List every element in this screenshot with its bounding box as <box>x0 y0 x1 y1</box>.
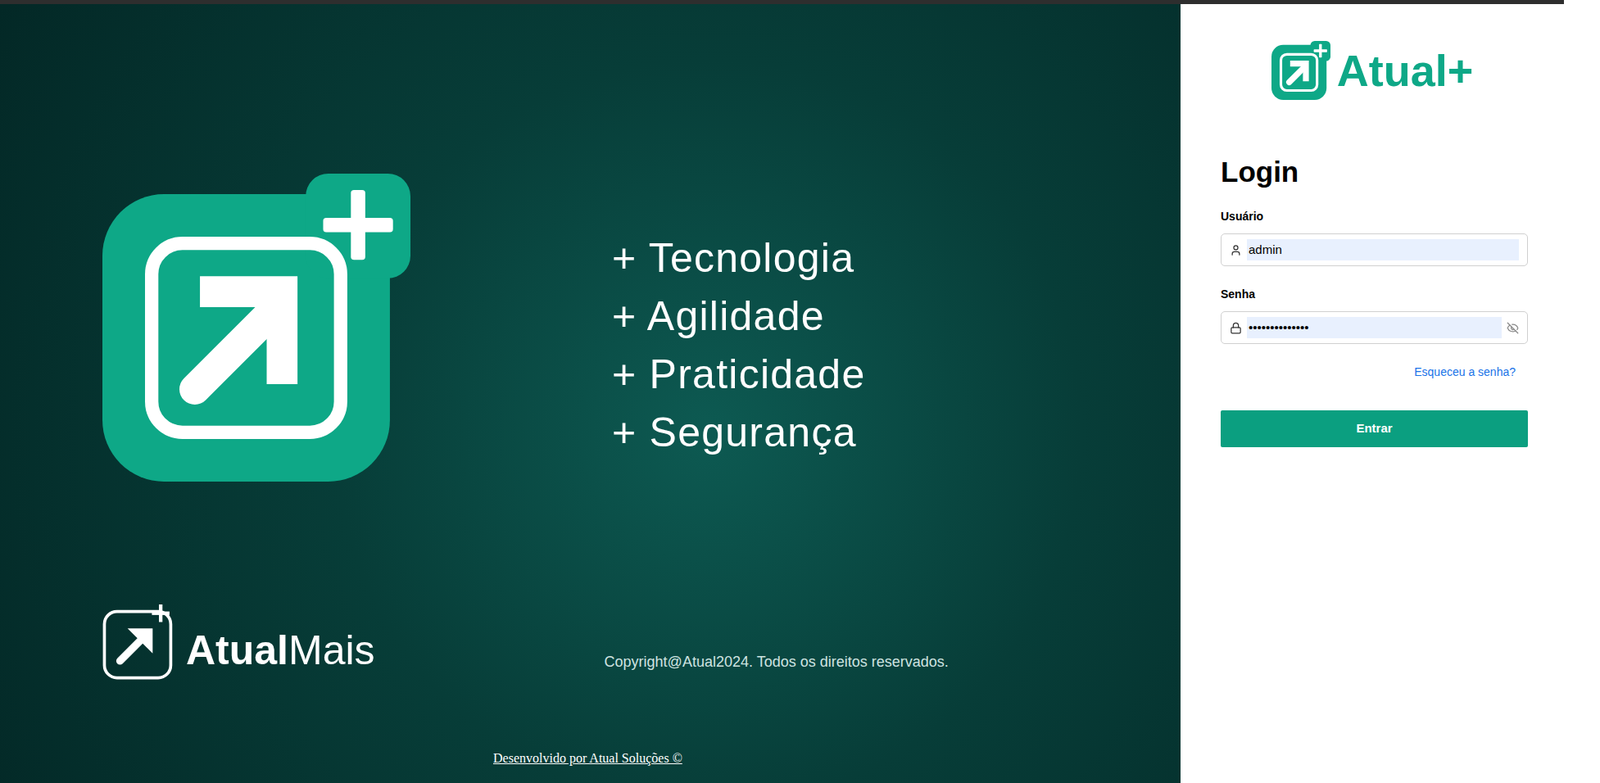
header-logo-icon <box>1271 40 1331 100</box>
tagline: + Praticidade <box>611 345 866 404</box>
login-button[interactable]: Entrar <box>1220 410 1528 448</box>
header-logo: Atual+ <box>1180 40 1564 100</box>
form-field: Senha <box>1220 285 1528 345</box>
developer-link[interactable]: Desenvolvido por Atual Soluções © <box>493 748 683 769</box>
developer-row: Desenvolvido por Atual Soluções © <box>0 748 1181 769</box>
bottom-logo: AtualMais <box>102 604 376 680</box>
copyright: Copyright@Atual2024. Todos os direitos r… <box>604 651 949 674</box>
field-list: Usuário Senha <box>1220 208 1528 345</box>
tagline: + Agilidade <box>611 287 866 346</box>
banner-main: + Tecnologia+ Agilidade+ Praticidade+ Se… <box>0 4 1181 482</box>
field-input[interactable] <box>1246 317 1502 340</box>
tagline: + Tecnologia <box>611 229 866 288</box>
login-form: Login Usuário Senha Esqueceu a senha? Entrar <box>1220 154 1528 448</box>
bottom-logo-text: AtualMais <box>185 625 376 676</box>
field-input-box[interactable] <box>1220 233 1528 267</box>
eye-off-icon[interactable] <box>1506 321 1519 335</box>
forgot-password-link[interactable]: Esqueceu a senha? <box>1414 363 1516 381</box>
form-field: Usuário <box>1220 208 1528 267</box>
login-panel: Atual+ Login Usuário Senha Esqueceu a senha?… <box>1180 4 1564 783</box>
big-logo-icon <box>102 173 411 482</box>
user-icon <box>1229 244 1242 257</box>
forgot-row: Esqueceu a senha? <box>1220 363 1528 381</box>
field-label: Usuário <box>1220 208 1528 226</box>
field-input[interactable] <box>1246 239 1519 262</box>
banner-panel: + Tecnologia+ Agilidade+ Praticidade+ Se… <box>0 4 1181 783</box>
header-logo-text: Atual+ <box>1337 48 1474 93</box>
field-label: Senha <box>1220 285 1528 304</box>
banner-bottom: AtualMais Copyright@Atual2024. Todos os d… <box>0 604 1181 680</box>
main-row: + Tecnologia+ Agilidade+ Praticidade+ Se… <box>0 4 1600 783</box>
bottom-logo-icon <box>102 604 178 680</box>
tagline: + Segurança <box>611 403 866 463</box>
tagline-list: + Tecnologia+ Agilidade+ Praticidade+ Se… <box>611 229 866 463</box>
lock-icon <box>1229 321 1242 335</box>
login-title: Login <box>1220 154 1528 191</box>
field-input-box[interactable] <box>1220 311 1528 345</box>
page: + Tecnologia+ Agilidade+ Praticidade+ Se… <box>0 0 1600 783</box>
